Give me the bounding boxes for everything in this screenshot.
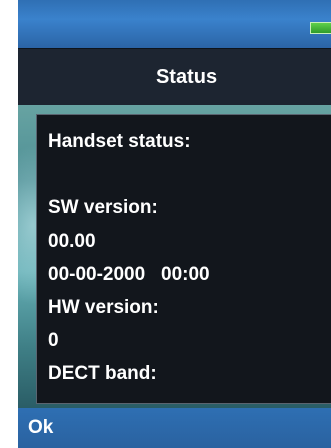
title-bar: Status [18, 48, 331, 106]
softkey-bar: Ok [18, 408, 331, 448]
sw-version-value: 00.00 [48, 231, 96, 252]
ok-softkey[interactable]: Ok [28, 408, 53, 448]
phone-screen: Status Handset status: SW version: 00.00… [18, 0, 331, 448]
dect-band-label: DECT band: [48, 363, 157, 384]
hw-version-label: HW version: [48, 297, 159, 318]
status-bar [18, 0, 331, 48]
sw-version-label: SW version: [48, 197, 158, 218]
hw-version-value: 0 [48, 330, 59, 351]
battery-icon [310, 22, 331, 34]
page-title: Status [155, 66, 218, 88]
sw-date-time: 00-00-2000 00:00 [48, 264, 210, 285]
handset-status-heading: Handset status: [48, 131, 191, 152]
status-panel: Handset status: SW version: 00.00 00-00-… [36, 114, 331, 404]
